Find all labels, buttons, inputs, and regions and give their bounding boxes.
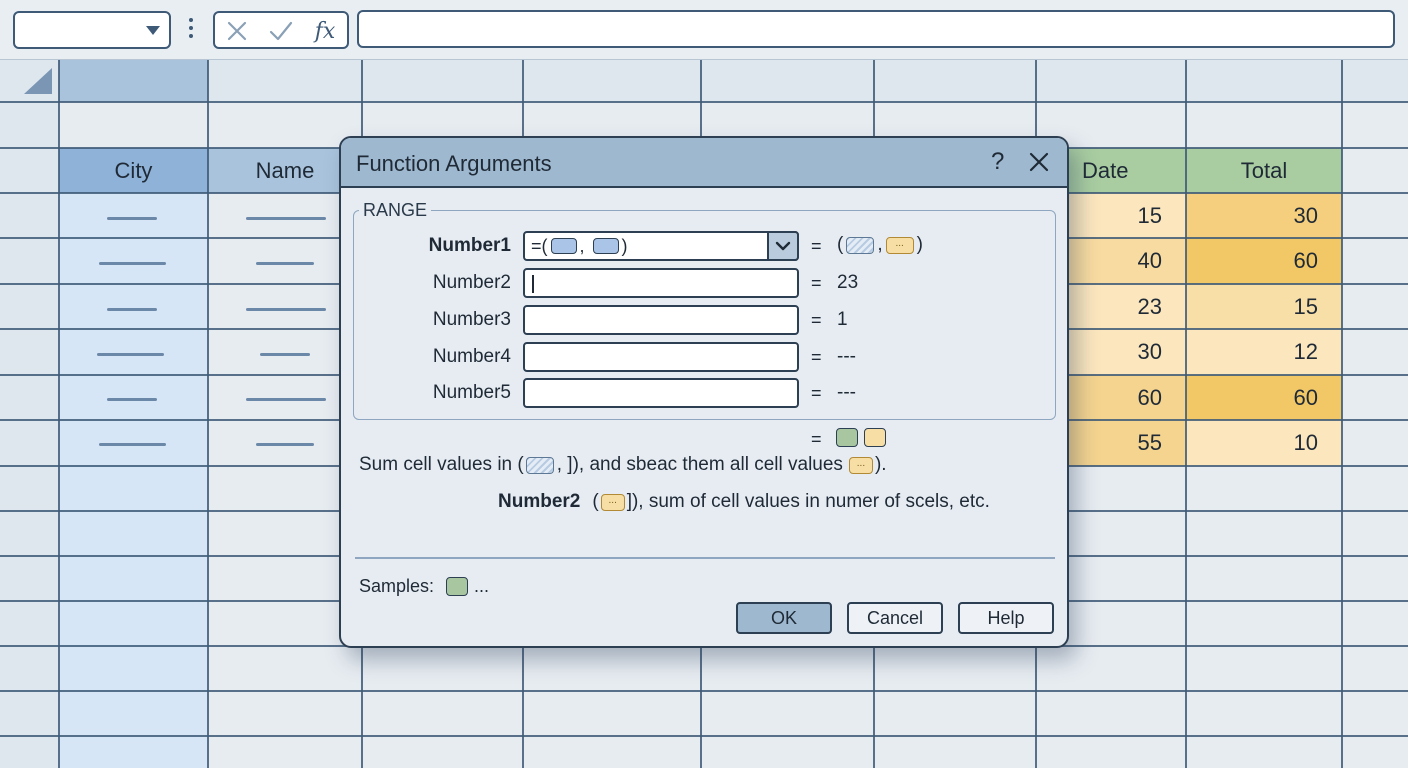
placeholder-text <box>260 353 310 356</box>
number5-input[interactable] <box>523 378 799 408</box>
result-separator: , <box>877 234 883 255</box>
number1-input[interactable]: =( , ) <box>523 231 799 261</box>
text-cursor <box>532 275 534 293</box>
total-cell[interactable]: 60 <box>1186 375 1342 420</box>
number4-result: --- <box>837 346 856 367</box>
arg-label-number2: Number2 <box>432 272 511 293</box>
number2-equals: = <box>811 273 822 293</box>
range-chip-icon <box>550 238 577 254</box>
placeholder-text <box>99 262 166 265</box>
formula-result-equals: = <box>811 429 822 449</box>
dialog-title: Function Arguments <box>356 151 552 176</box>
row-headers <box>0 102 59 768</box>
result-open: ( <box>837 234 844 255</box>
formula-buttons: fx <box>213 11 349 49</box>
chevron-down-icon[interactable] <box>146 26 160 35</box>
select-all-icon <box>24 68 52 94</box>
placeholder-text <box>246 217 326 220</box>
description-text: ). <box>874 454 887 475</box>
header-city[interactable]: City <box>59 148 208 193</box>
formula-bar: fx <box>0 0 1408 60</box>
number1-result: ( , ... ) <box>837 234 923 256</box>
result-close: ) <box>916 234 923 255</box>
number3-input[interactable] <box>523 305 799 335</box>
placeholder-text <box>256 262 314 265</box>
placeholder-text <box>246 398 326 401</box>
range-preview-icon: ... <box>848 456 873 474</box>
divider <box>355 557 1055 559</box>
number4-equals: = <box>811 347 822 367</box>
arg-label-number3: Number3 <box>432 309 511 330</box>
more-options-icon[interactable] <box>185 18 197 42</box>
number1-value-prefix: =( <box>531 235 548 256</box>
chevron-down-icon <box>775 241 791 251</box>
select-all-corner[interactable] <box>0 60 59 102</box>
arg-label-number1: Number1 <box>428 235 511 256</box>
result-swatch-icon <box>864 428 886 447</box>
cancel-icon[interactable] <box>219 17 255 45</box>
total-cell[interactable]: 12 <box>1186 329 1342 375</box>
placeholder-text <box>97 353 164 356</box>
number5-equals: = <box>811 383 822 403</box>
column-header-a[interactable] <box>59 60 208 102</box>
argument-help-name: Number2 <box>498 491 581 512</box>
placeholder-text <box>256 443 314 446</box>
city-column <box>59 193 208 768</box>
number3-result: 1 <box>837 309 848 330</box>
number5-result: --- <box>837 382 856 403</box>
header-total[interactable]: Total <box>1186 148 1342 193</box>
samples-ellipsis: ... <box>474 576 490 596</box>
close-icon[interactable] <box>1027 150 1051 174</box>
number4-input[interactable] <box>523 342 799 372</box>
sample-swatch-icon <box>446 577 469 596</box>
number1-separator: , <box>579 235 585 256</box>
description-text: Sum cell values in ( <box>359 454 524 475</box>
arg-label-number5: Number5 <box>432 382 511 403</box>
range-preview-icon: ... <box>600 493 625 511</box>
arg-label-number4: Number4 <box>432 346 511 367</box>
number1-equals: = <box>811 236 822 256</box>
help-icon[interactable]: ? <box>991 148 1004 176</box>
placeholder-text <box>107 398 157 401</box>
ok-button[interactable]: OK <box>736 602 832 634</box>
total-cell[interactable]: 30 <box>1186 193 1342 238</box>
samples-row: Samples: ... <box>359 576 489 597</box>
argument-help-open: ( <box>592 491 599 512</box>
number1-dropdown-button[interactable] <box>767 231 799 261</box>
total-cell[interactable]: 60 <box>1186 238 1342 284</box>
range-preview-icon <box>846 236 875 254</box>
range-group-label: RANGE <box>359 200 432 221</box>
number1-value-suffix: ) <box>621 235 628 256</box>
description-text: , ]), and sbeac them all cell values <box>556 454 843 475</box>
number2-result: 23 <box>837 272 859 293</box>
column-headers <box>208 60 1408 102</box>
argument-help-text: ]), sum of cell values in numer of scels… <box>626 491 990 512</box>
total-cell[interactable]: 15 <box>1186 284 1342 329</box>
formula-input[interactable] <box>357 10 1395 48</box>
check-icon[interactable] <box>263 17 299 45</box>
function-description: Sum cell values in ( , ]), and sbeac the… <box>359 454 887 476</box>
range-chip-icon <box>592 238 619 254</box>
placeholder-text <box>107 308 157 311</box>
range-preview-icon <box>525 456 554 474</box>
number3-equals: = <box>811 310 822 330</box>
total-cell[interactable]: 10 <box>1186 420 1342 466</box>
result-swatch-icon <box>836 428 858 447</box>
argument-help: Number2 ( ... ]), sum of cell values in … <box>498 491 990 513</box>
samples-label: Samples: <box>359 576 435 596</box>
dialog-title-bar[interactable]: Function Arguments ? <box>341 138 1067 188</box>
name-box[interactable] <box>13 11 171 49</box>
placeholder-text <box>99 443 166 446</box>
function-arguments-dialog: Function Arguments ? RANGE Number1 =( , … <box>339 136 1069 648</box>
placeholder-text <box>107 217 157 220</box>
help-button[interactable]: Help <box>958 602 1054 634</box>
cancel-button[interactable]: Cancel <box>847 602 943 634</box>
placeholder-text <box>246 308 326 311</box>
number2-input[interactable] <box>523 268 799 298</box>
insert-function-button[interactable]: fx <box>307 17 343 45</box>
range-preview-icon: ... <box>885 236 914 254</box>
